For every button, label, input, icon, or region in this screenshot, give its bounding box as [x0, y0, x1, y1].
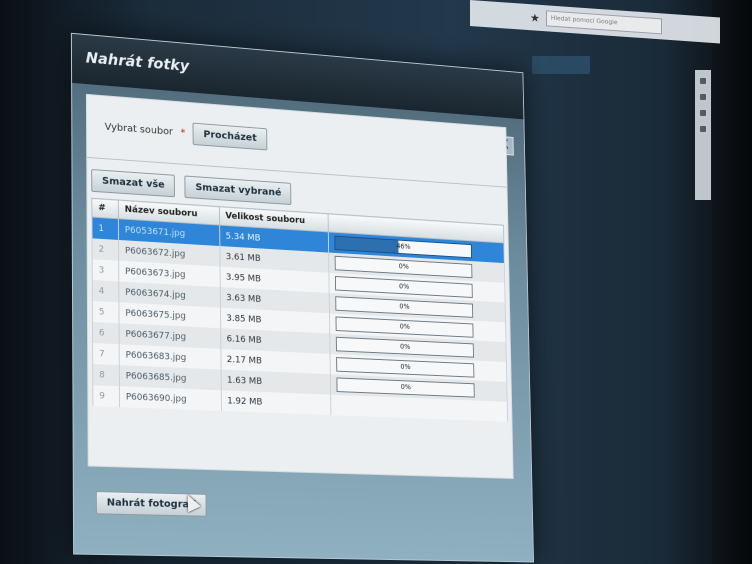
row-number: 2: [92, 238, 119, 261]
delete-selected-button[interactable]: Smazat vybrané: [184, 175, 292, 205]
upload-panel: Vybrat soubor * Procházet Smazat vše Sma…: [85, 93, 514, 479]
row-number: 9: [92, 385, 120, 408]
browse-button[interactable]: Procházet: [192, 122, 268, 151]
row-number: 5: [92, 301, 120, 324]
toolbar-icon[interactable]: [700, 110, 706, 116]
column-header-number: #: [91, 198, 119, 219]
row-number: 6: [92, 322, 120, 345]
delete-all-button[interactable]: Smazat vše: [91, 168, 176, 197]
row-number: 3: [92, 259, 119, 282]
progress-label: 0%: [400, 342, 411, 351]
bookmark-star-icon[interactable]: ★: [530, 11, 540, 25]
required-mark: *: [180, 127, 186, 139]
browser-search-input[interactable]: Hledat pomocí Google: [545, 10, 662, 35]
select-file-label: Vybrat soubor: [104, 121, 173, 138]
browser-side-toolbar: [695, 70, 711, 200]
toolbar-icon[interactable]: [700, 94, 706, 100]
progress-label: 0%: [399, 322, 410, 331]
file-name: P6063690.jpg: [119, 386, 222, 411]
progress-label: 0%: [400, 362, 411, 372]
row-number: 8: [92, 364, 120, 387]
row-number: 7: [92, 343, 120, 366]
background-button: [532, 56, 590, 74]
toolbar-icon[interactable]: [700, 126, 706, 132]
dialog-title: Nahrát fotky: [85, 48, 190, 75]
file-table: # Název souboru Velikost souboru 1 P6053…: [91, 198, 508, 422]
toolbar-icon[interactable]: [700, 78, 706, 84]
file-size: 1.92 MB: [220, 390, 331, 416]
upload-dialog: Nahrát fotky X Vybrat soubor * Procházet…: [70, 32, 535, 563]
upload-progress-bar: 0%: [336, 377, 475, 398]
row-number: 1: [91, 217, 119, 240]
monitor-bezel: [712, 0, 752, 564]
row-number: 4: [92, 280, 119, 303]
progress-label: 0%: [400, 383, 411, 392]
